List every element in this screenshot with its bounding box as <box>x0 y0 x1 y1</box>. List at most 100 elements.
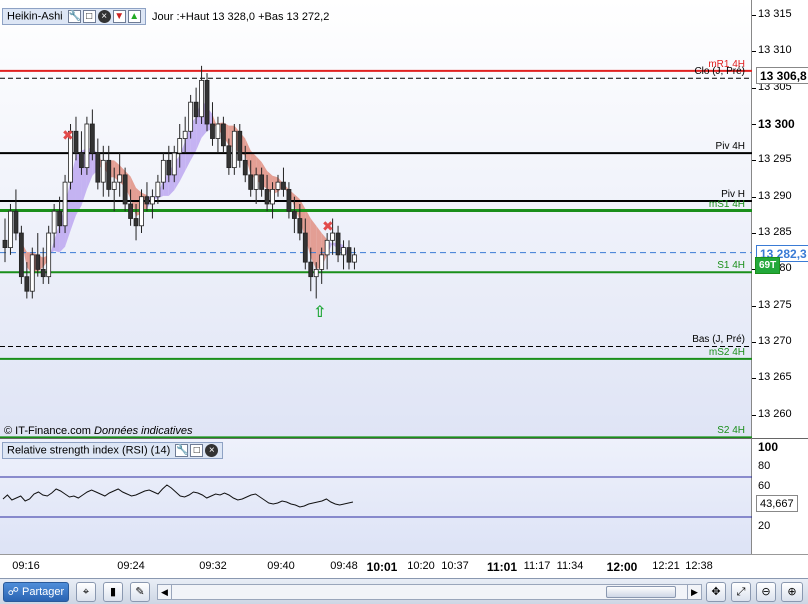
close-icon[interactable]: × <box>205 444 219 457</box>
fit-chart-button[interactable]: ⤢ <box>731 582 751 602</box>
candle-body <box>199 79 204 118</box>
move-icon: ✥ <box>711 586 721 598</box>
candle-body <box>335 232 341 256</box>
move-chart-button[interactable]: ✥ <box>706 582 726 602</box>
price-axis[interactable]: 13 315 13 310 13 305 13 300 13 295 13 290 13 2… <box>752 0 808 438</box>
price-axis-label: 13 295 <box>758 153 792 166</box>
candle-body <box>160 159 166 183</box>
day-range-info: Jour :+Haut 13 328,0 +Bas 13 272,2 <box>152 11 330 23</box>
candle-body <box>155 181 161 198</box>
candle-body <box>95 152 101 183</box>
rsi-panel[interactable]: Relative strength index (RSI) (14) 🔧 □ × <box>0 438 752 554</box>
candle-body <box>270 189 275 205</box>
candle-body <box>308 261 314 278</box>
rsi-axis-label: 100 <box>758 440 779 454</box>
price-axis-label: 13 285 <box>758 226 792 239</box>
candle-body <box>122 174 128 205</box>
close-icon[interactable]: × <box>97 10 111 23</box>
candle-body <box>313 268 319 278</box>
cursor-icon: ⌖ <box>82 586 90 598</box>
candle-body <box>128 203 133 219</box>
candle-body <box>237 130 243 161</box>
level-label-clo: Clo (J, Pré) <box>694 66 745 78</box>
candle-body <box>62 181 68 227</box>
move-up-icon[interactable]: ▲ <box>127 10 141 23</box>
sell-signal-icon: ✖ <box>62 128 74 144</box>
candle-body <box>275 181 281 190</box>
wrench-icon[interactable]: 🔧 <box>175 444 189 457</box>
candlestick-icon: ▮ <box>109 586 117 598</box>
pencil-icon: ✎ <box>135 586 145 598</box>
candle-body <box>139 196 144 227</box>
time-axis-label: 11:01 <box>486 560 518 574</box>
level-label-ms2: mS2 4H <box>708 346 745 358</box>
candle-body <box>2 239 8 248</box>
level-label-s24h: S2 4H <box>717 425 745 437</box>
share-button[interactable]: ☍ Partager <box>3 582 69 602</box>
candle-body <box>24 276 30 292</box>
price-axis-label: 13 265 <box>758 371 792 384</box>
zoom-in-button[interactable]: ⊕ <box>781 582 803 602</box>
price-axis-tick <box>752 342 756 344</box>
candle-body <box>291 210 297 219</box>
candle-body <box>8 210 13 248</box>
candle-body <box>13 210 19 234</box>
candlestick-button[interactable]: ▮ <box>103 582 123 602</box>
candle-body <box>51 210 57 234</box>
bottom-toolbar: ☍ Partager ⌖ ▮ ✎ ◀ ▶ ✥ ⤢ ⊖ ⊕ <box>0 578 808 604</box>
candle-body <box>204 79 210 125</box>
maximize-icon[interactable]: □ <box>82 10 96 23</box>
scroll-right-arrow[interactable]: ▶ <box>687 585 701 599</box>
rsi-axis: 100 80 60 20 43,667 <box>752 438 808 554</box>
data-credit: © IT-Finance.com Données indicatives <box>4 425 192 437</box>
price-chart-panel[interactable]: ✖ ✖ ⇧ Heikin-Ashi 🔧 □ × ▼ ▲ Jour :+Haut 13 328… <box>0 0 752 438</box>
price-axis-label: 13 275 <box>758 298 792 311</box>
time-axis-label: 11:17 <box>523 560 551 572</box>
price-axis-tick <box>752 87 756 89</box>
candle-body <box>79 152 84 169</box>
price-chart-canvas[interactable]: ✖ ✖ ⇧ <box>0 0 752 438</box>
move-down-icon[interactable]: ▼ <box>112 10 126 23</box>
price-axis-tick <box>752 51 756 53</box>
candle-body <box>57 210 62 227</box>
candle-body <box>111 181 117 190</box>
scroll-left-arrow[interactable]: ◀ <box>158 585 172 599</box>
price-axis-tick <box>752 233 756 235</box>
candle-body <box>215 123 221 139</box>
candle-body <box>220 123 226 147</box>
credit-note: Données indicatives <box>94 425 193 437</box>
zoom-out-button[interactable]: ⊖ <box>756 582 776 602</box>
candle-body <box>193 101 199 118</box>
price-axis-tick <box>752 124 756 125</box>
price-axis-tick <box>752 378 756 380</box>
time-axis[interactable]: 09:16 09:24 09:32 09:40 09:48 10:01 10:20 10:37… <box>0 554 808 578</box>
price-axis-tick <box>752 414 756 416</box>
maximize-icon[interactable]: □ <box>190 444 204 457</box>
candle-body <box>182 130 188 139</box>
draw-tools-button[interactable]: ✎ <box>130 582 150 602</box>
wrench-icon[interactable]: 🔧 <box>67 10 81 23</box>
crosshair-cursor-button[interactable]: ⌖ <box>76 582 96 602</box>
level-label-bas: Bas (J, Pré) <box>692 334 745 346</box>
time-axis-label: 09:16 <box>12 560 40 572</box>
tick-count-badge: 69T <box>755 257 781 275</box>
time-scrollbar[interactable]: ◀ ▶ <box>157 584 702 600</box>
price-tag-high: 13 306,8 <box>756 66 808 84</box>
candle-body <box>231 130 237 169</box>
candle-body <box>171 152 177 176</box>
scrollbar-thumb[interactable] <box>606 586 676 598</box>
chart-type-tab[interactable]: Heikin-Ashi 🔧 □ × ▼ ▲ <box>2 8 146 25</box>
fit-icon: ⤢ <box>736 586 746 598</box>
candle-body <box>281 181 286 190</box>
rsi-tab[interactable]: Relative strength index (RSI) (14) 🔧 □ × <box>2 442 224 459</box>
candle-body <box>106 159 112 190</box>
price-axis-tick <box>752 196 756 198</box>
candle-body <box>40 268 46 278</box>
time-axis-label: 09:40 <box>267 560 295 572</box>
candle-body <box>166 159 172 176</box>
time-axis-label: 11:34 <box>556 560 584 572</box>
candle-body <box>73 130 79 154</box>
candle-body <box>264 189 270 205</box>
level-label-s14h: S1 4H <box>717 260 745 272</box>
candle-body <box>84 123 90 169</box>
